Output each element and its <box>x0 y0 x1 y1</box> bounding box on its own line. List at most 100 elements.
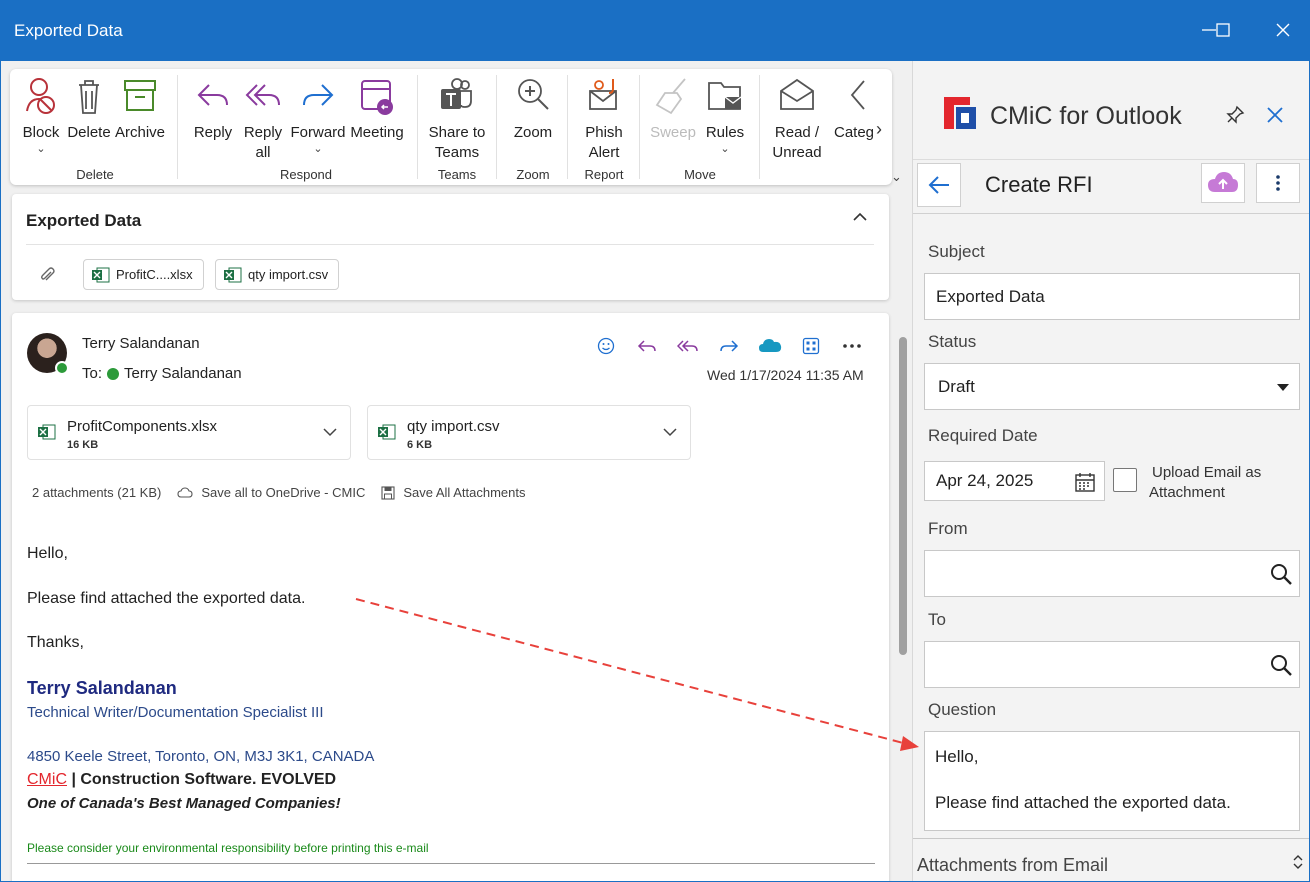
reply-all-small-button[interactable] <box>672 335 704 357</box>
block-button[interactable]: Block ⌄ <box>20 77 62 155</box>
close-icon <box>1267 107 1283 123</box>
status-value: Draft <box>938 376 975 396</box>
maximize-icon <box>1216 23 1230 37</box>
sender-name[interactable]: Terry Salandanan <box>82 335 200 352</box>
subject-label: Subject <box>928 242 985 261</box>
upload-label-line1: Upload Email as <box>1152 464 1262 481</box>
divider <box>26 244 874 245</box>
scrollbar-thumb[interactable] <box>899 337 907 655</box>
upload-button[interactable] <box>1201 163 1245 203</box>
attachment-summary: 2 attachments (21 KB) <box>32 485 162 500</box>
close-pane-button[interactable] <box>1265 105 1285 130</box>
rules-button[interactable]: Rules ⌄ <box>702 77 748 155</box>
from-field[interactable] <box>924 550 1300 597</box>
upload-email-checkbox[interactable] <box>1113 468 1137 492</box>
zoom-button[interactable]: Zoom <box>508 77 558 143</box>
archive-icon <box>124 80 156 111</box>
cloud-upload-icon <box>1208 172 1238 192</box>
attachment-card-2[interactable]: qty import.csv 6 KB <box>367 405 691 460</box>
reply-all-button[interactable]: Reply all <box>243 77 283 163</box>
group-separator <box>177 75 178 179</box>
forward-button[interactable]: Forward ⌄ <box>290 77 346 155</box>
reply-small-button[interactable] <box>631 335 663 357</box>
save-disk-icon <box>381 485 395 500</box>
reading-scrollbar[interactable] <box>896 315 910 881</box>
recipient-name[interactable]: Terry Salandanan <box>124 365 242 382</box>
reply-button[interactable]: Reply <box>193 77 233 143</box>
signature-environment-note: Please consider your environmental respo… <box>27 841 429 855</box>
required-date-field[interactable]: Apr 24, 2025 <box>924 461 1105 501</box>
subject-value: Exported Data <box>936 286 1045 306</box>
excel-icon <box>224 267 242 282</box>
apps-button[interactable] <box>795 335 827 357</box>
recipient-line: To: Terry Salandanan <box>82 365 242 382</box>
ribbon-scroll-right-icon[interactable]: › <box>876 119 882 140</box>
salesforce-button[interactable] <box>754 335 786 357</box>
reply-icon <box>637 340 656 352</box>
pin-icon <box>1226 105 1245 124</box>
pin-pane-button[interactable] <box>1225 105 1245 130</box>
more-actions-button[interactable] <box>836 335 868 357</box>
delete-button[interactable]: Delete <box>67 77 111 143</box>
upload-email-label: Upload Email as Attachment <box>1149 463 1261 503</box>
status-select[interactable]: Draft <box>924 363 1300 410</box>
chevron-down-icon: ⌄ <box>36 143 46 155</box>
question-line: Please find attached the exported data. <box>935 793 1231 812</box>
search-icon[interactable] <box>1269 653 1293 677</box>
save-all-label: Save All Attachments <box>403 485 526 500</box>
share-to-teams-button[interactable]: Share to Teams <box>426 77 488 163</box>
presence-available-icon <box>55 361 69 375</box>
search-icon[interactable] <box>1269 562 1293 586</box>
save-all-attachments-button[interactable]: Save All Attachments <box>381 485 525 500</box>
subject-card: Exported Data ProfitC....xlsx qty import… <box>12 194 889 300</box>
attachments-accordion[interactable]: Attachments from Email <box>913 838 1309 881</box>
message-subject: Exported Data <box>26 211 142 230</box>
share-label-2: Teams <box>434 144 480 161</box>
reply-icon <box>197 84 228 106</box>
forward-icon <box>720 340 739 352</box>
more-horizontal-icon <box>843 344 861 348</box>
to-field[interactable] <box>924 641 1300 688</box>
attachment-name: ProfitComponents.xlsx <box>67 418 218 435</box>
sweep-label: Sweep <box>650 124 696 141</box>
reply-all-icon <box>677 340 698 352</box>
pane-more-button[interactable] <box>1256 163 1300 203</box>
collapse-header-button[interactable] <box>851 208 869 231</box>
emoji-reaction-button[interactable] <box>590 335 622 357</box>
attachment-card-1[interactable]: ProfitComponents.xlsx 16 KB <box>27 405 351 460</box>
accordion-label: Attachments from Email <box>917 855 1109 875</box>
presence-available-icon <box>107 367 120 380</box>
smiley-icon <box>597 337 615 355</box>
group-respond-label: Respond <box>279 167 333 182</box>
cloud-icon <box>177 486 193 498</box>
save-onedrive-button[interactable]: Save all to OneDrive - CMIC <box>177 485 365 500</box>
delete-label: Delete <box>67 124 111 141</box>
forward-small-button[interactable] <box>713 335 745 357</box>
ribbon-expand-icon[interactable]: ⌄ <box>891 169 902 185</box>
sent-date: Wed 1/17/2024 11:35 AM <box>707 367 864 383</box>
close-window-button[interactable] <box>1268 15 1298 45</box>
outlook-window: Exported Data Block ⌄ Delete Archive Del… <box>0 0 1310 882</box>
calendar-icon[interactable] <box>1074 471 1096 493</box>
zoom-icon <box>518 79 549 110</box>
excel-icon <box>38 424 56 440</box>
question-textarea[interactable]: Hello, Please find attached the exported… <box>924 731 1300 831</box>
maximize-button[interactable] <box>1208 15 1238 45</box>
attachment-menu-button[interactable] <box>322 424 338 445</box>
reply-all-label-1: Reply <box>243 124 283 141</box>
subject-field[interactable]: Exported Data <box>924 273 1300 320</box>
attachment-menu-button[interactable] <box>662 424 678 445</box>
sweep-button[interactable]: Sweep <box>648 77 698 143</box>
attachment-pill-1[interactable]: ProfitC....xlsx <box>83 259 204 290</box>
back-button[interactable] <box>917 163 961 207</box>
phish-alert-button[interactable]: Phish Alert <box>578 77 630 163</box>
attachment-pill-2[interactable]: qty import.csv <box>215 259 340 290</box>
archive-button[interactable]: Archive <box>115 77 165 143</box>
read-unread-button[interactable]: Read / Unread <box>770 77 824 163</box>
company-link[interactable]: CMiC <box>27 771 67 788</box>
categorize-button[interactable]: Categ <box>826 77 878 143</box>
reply-all-icon <box>245 84 280 106</box>
paperclip-icon <box>38 266 56 289</box>
meeting-button[interactable]: Meeting <box>348 77 406 143</box>
question-label: Question <box>928 700 997 719</box>
